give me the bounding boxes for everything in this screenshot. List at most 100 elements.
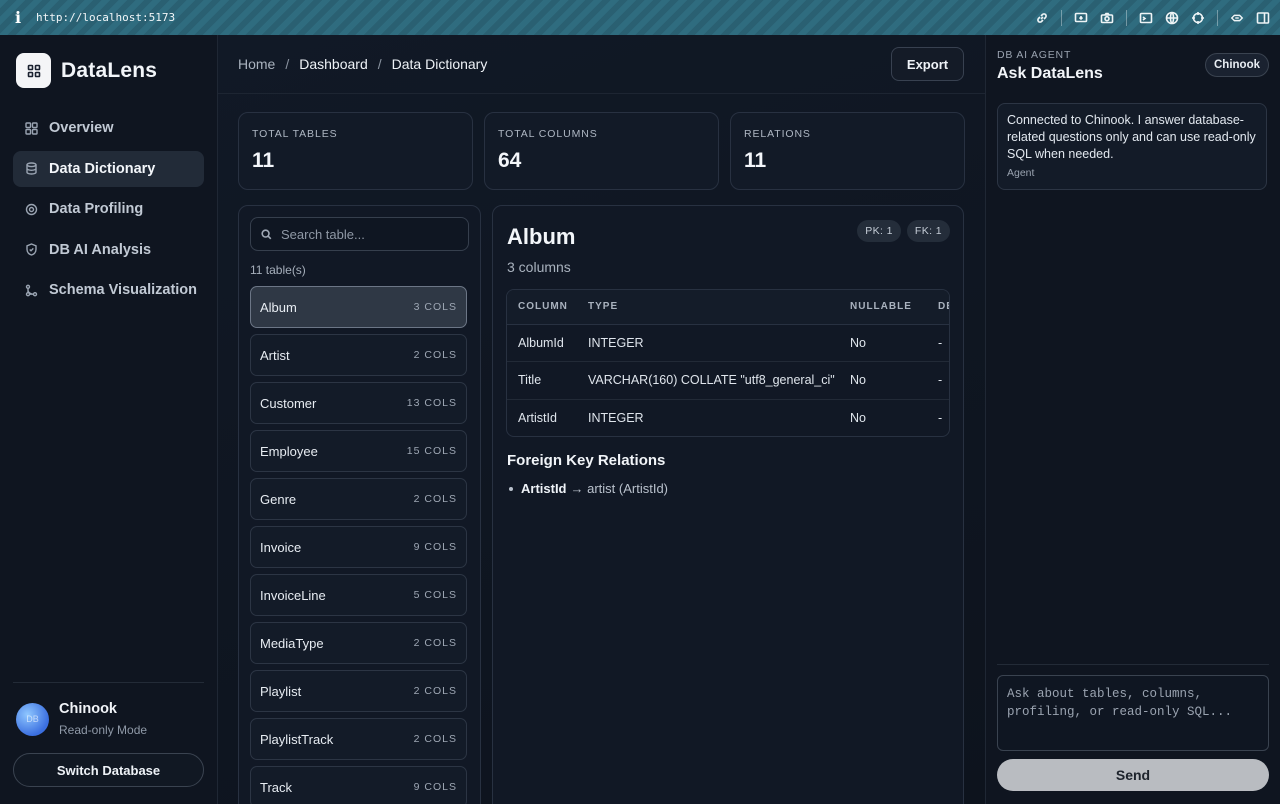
cell-type: VARCHAR(160) COLLATE "utf8_general_ci" <box>577 361 839 400</box>
table-item-customer[interactable]: Customer 13 COLS <box>250 382 467 424</box>
table-title: Album <box>507 224 576 249</box>
stat-total-columns: TOTAL COLUMNS 64 <box>484 112 719 190</box>
cell-default: - <box>927 324 949 362</box>
table-name: MediaType <box>260 635 324 651</box>
export-button[interactable]: Export <box>891 47 964 81</box>
fk-target: → artist (ArtistId) <box>570 481 669 496</box>
table-item-album[interactable]: Album 3 COLS <box>250 286 467 328</box>
table-name: InvoiceLine <box>260 587 326 603</box>
send-button[interactable]: Send <box>997 759 1269 791</box>
extension-icon[interactable] <box>1230 11 1244 25</box>
nav-item-schema-visualization[interactable]: Schema Visualization <box>13 272 204 308</box>
sidebar: DataLens Overview Data Dictionary Data P… <box>0 35 218 804</box>
cell-type: INTEGER <box>588 411 644 425</box>
table-col-count: 13 COLS <box>406 397 457 409</box>
breadcrumb-home[interactable]: Home <box>238 56 275 72</box>
current-database: DB Chinook Read-only Mode <box>13 683 204 737</box>
cell-default: - <box>927 361 949 400</box>
nav-label: Overview <box>49 120 114 136</box>
table-name: PlaylistTrack <box>260 731 334 747</box>
columns-table: COLUMN TYPE NULLABLE DEF AlbumId INTEGER… <box>507 290 949 436</box>
breadcrumb: Home / Dashboard / Data Dictionary <box>238 56 487 72</box>
database-chip[interactable]: Chinook <box>1205 53 1269 77</box>
table-row: ArtistId INTEGER No - <box>507 399 949 436</box>
search-box[interactable] <box>250 217 469 251</box>
agent-title: Ask DataLens <box>997 65 1103 82</box>
columns-table-wrapper[interactable]: COLUMN TYPE NULLABLE DEF AlbumId INTEGER… <box>506 289 950 437</box>
table-col-count: 2 COLS <box>413 349 457 361</box>
info-icon[interactable]: i <box>0 8 36 27</box>
table-name: Album <box>260 299 297 315</box>
address-bar[interactable]: http://localhost:5173 <box>36 11 175 24</box>
stats-row: TOTAL TABLES 11 TOTAL COLUMNS 64 RELATIO… <box>238 112 965 190</box>
stat-relations: RELATIONS 11 <box>730 112 965 190</box>
target-icon <box>25 203 38 215</box>
table-col-count: 15 COLS <box>406 445 457 457</box>
top-bar: Home / Dashboard / Data Dictionary Expor… <box>218 35 985 94</box>
cell-type: INTEGER <box>577 324 839 362</box>
table-count: 11 table(s) <box>250 263 306 277</box>
cell-column: AlbumId <box>507 324 577 362</box>
agent-label: DB AI AGENT <box>997 49 1072 61</box>
table-name: Employee <box>260 443 318 459</box>
toolbar-divider <box>1061 9 1062 26</box>
table-item-invoice[interactable]: Invoice 9 COLS <box>250 526 467 568</box>
table-item-artist[interactable]: Artist 2 COLS <box>250 334 467 376</box>
table-col-count: 5 COLS <box>413 589 457 601</box>
foreign-key-item: ArtistId → artist (ArtistId) <box>509 481 668 496</box>
table-list: Album 3 COLS Artist 2 COLS Customer 13 COLS… <box>250 286 467 804</box>
switch-database-button[interactable]: Switch Database <box>13 753 204 787</box>
table-row: AlbumId INTEGER No - <box>507 324 949 362</box>
table-item-track[interactable]: Track 9 COLS <box>250 766 467 804</box>
nav-item-db-ai-analysis[interactable]: DB AI Analysis <box>13 232 204 268</box>
fk-column: ArtistId <box>521 481 567 496</box>
stat-value: 64 <box>498 149 522 172</box>
agent-panel: DB AI AGENT Ask DataLens Chinook Connect… <box>985 35 1280 804</box>
table-name: Track <box>260 779 293 795</box>
terminal-icon[interactable] <box>1139 11 1153 25</box>
breadcrumb-separator: / <box>377 56 382 72</box>
database-name: Chinook <box>59 701 117 717</box>
stat-value: 11 <box>252 149 275 172</box>
foreign-key-heading: Foreign Key Relations <box>507 452 666 469</box>
nav-label: Data Dictionary <box>49 160 156 177</box>
chat-divider <box>997 664 1269 665</box>
table-col-count: 2 COLS <box>413 637 457 649</box>
nav-item-overview[interactable]: Overview <box>13 110 204 146</box>
table-item-mediatype[interactable]: MediaType 2 COLS <box>250 622 467 664</box>
table-name: Customer <box>260 395 317 411</box>
stat-value: 11 <box>744 149 767 172</box>
message-sender: Agent <box>1007 167 1035 179</box>
main-content: Home / Dashboard / Data Dictionary Expor… <box>218 35 985 804</box>
shield-icon <box>26 243 37 257</box>
table-col-count: 2 COLS <box>413 733 457 745</box>
link-icon[interactable] <box>1035 11 1049 25</box>
table-item-playlist[interactable]: Playlist 2 COLS <box>250 670 467 712</box>
cell-column: Title <box>507 361 577 400</box>
browser-tools <box>1035 0 1270 35</box>
camera-icon[interactable] <box>1100 11 1114 25</box>
sidebar-toggle-icon[interactable] <box>1256 11 1270 25</box>
chat-input[interactable] <box>997 675 1269 751</box>
table-item-genre[interactable]: Genre 2 COLS <box>250 478 467 520</box>
search-input[interactable] <box>281 226 461 242</box>
nav-item-data-dictionary[interactable]: Data Dictionary <box>13 150 204 187</box>
table-col-count: 9 COLS <box>413 541 457 553</box>
nav-label: DB AI Analysis <box>49 241 152 258</box>
table-item-invoiceline[interactable]: InvoiceLine 5 COLS <box>250 574 467 616</box>
table-item-employee[interactable]: Employee 15 COLS <box>250 430 467 472</box>
header-default: DEF <box>927 290 949 325</box>
nav-label: Data Profiling <box>49 201 144 218</box>
stat-total-tables: TOTAL TABLES 11 <box>238 112 473 190</box>
table-row: Title VARCHAR(160) COLLATE "utf8_general… <box>507 361 949 400</box>
crosshair-icon[interactable] <box>1191 11 1205 25</box>
toolbar-divider <box>1217 9 1218 26</box>
table-item-playlisttrack[interactable]: PlaylistTrack 2 COLS <box>250 718 467 760</box>
screen-capture-icon[interactable] <box>1074 11 1088 25</box>
brand[interactable]: DataLens <box>16 53 157 88</box>
cell-nullable: No <box>839 361 927 400</box>
globe-icon[interactable] <box>1165 11 1179 25</box>
nav-item-data-profiling[interactable]: Data Profiling <box>13 191 204 227</box>
breadcrumb-dashboard[interactable]: Dashboard <box>299 56 368 72</box>
message-text: Connected to Chinook. I answer database-… <box>1007 113 1256 161</box>
